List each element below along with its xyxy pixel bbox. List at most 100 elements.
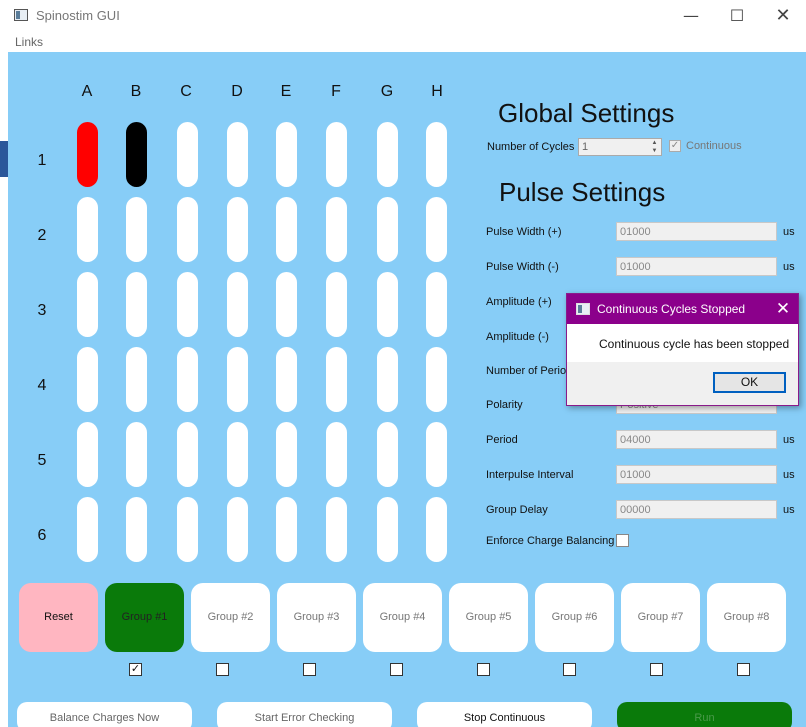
charge-balance-checkbox[interactable] <box>616 534 629 547</box>
group-8-button[interactable]: Group #8 <box>707 583 786 652</box>
continuous-checkbox[interactable]: ✓ <box>669 140 681 152</box>
well-g6[interactable] <box>377 497 398 562</box>
well-d1[interactable] <box>227 122 248 187</box>
well-b4[interactable] <box>126 347 147 412</box>
well-e5[interactable] <box>276 422 297 487</box>
pulse-width-neg-input[interactable]: 01000 <box>616 257 777 276</box>
well-b2[interactable] <box>126 197 147 262</box>
well-g1[interactable] <box>377 122 398 187</box>
well-c4[interactable] <box>177 347 198 412</box>
group-2-checkbox[interactable] <box>216 663 229 676</box>
polarity-label: Polarity <box>486 399 523 411</box>
column-label-c: C <box>180 83 192 100</box>
reset-button[interactable]: Reset <box>19 583 98 652</box>
error-checking-button[interactable]: Start Error Checking <box>217 702 392 727</box>
period-input[interactable]: 04000 <box>616 430 777 449</box>
amplitude-neg-label: Amplitude (-) <box>486 331 549 343</box>
maximize-button[interactable]: ☐ <box>714 2 760 30</box>
group-delay-unit: us <box>783 504 795 516</box>
well-g4[interactable] <box>377 347 398 412</box>
stop-continuous-button[interactable]: Stop Continuous <box>417 702 592 727</box>
group-4-button[interactable]: Group #4 <box>363 583 442 652</box>
dialog-close-icon[interactable]: ✕ <box>772 298 794 320</box>
well-c2[interactable] <box>177 197 198 262</box>
well-d4[interactable] <box>227 347 248 412</box>
spin-down-icon[interactable]: ▼ <box>648 147 661 155</box>
group-7-checkbox[interactable] <box>650 663 663 676</box>
well-h4[interactable] <box>426 347 447 412</box>
well-b3[interactable] <box>126 272 147 337</box>
well-b5[interactable] <box>126 422 147 487</box>
well-d6[interactable] <box>227 497 248 562</box>
well-a3[interactable] <box>77 272 98 337</box>
well-g3[interactable] <box>377 272 398 337</box>
dialog-ok-button[interactable]: OK <box>713 372 786 393</box>
group-1-button[interactable]: Group #1 <box>105 583 184 652</box>
well-a6[interactable] <box>77 497 98 562</box>
well-f4[interactable] <box>326 347 347 412</box>
well-c1[interactable] <box>177 122 198 187</box>
group-3-button[interactable]: Group #3 <box>277 583 356 652</box>
well-h3[interactable] <box>426 272 447 337</box>
well-a1[interactable] <box>77 122 98 187</box>
well-d3[interactable] <box>227 272 248 337</box>
well-f6[interactable] <box>326 497 347 562</box>
well-a4[interactable] <box>77 347 98 412</box>
global-settings-heading: Global Settings <box>498 98 675 128</box>
well-f2[interactable] <box>326 197 347 262</box>
run-button[interactable]: Run <box>617 702 792 727</box>
well-c5[interactable] <box>177 422 198 487</box>
well-c3[interactable] <box>177 272 198 337</box>
menu-links[interactable]: Links <box>15 35 43 49</box>
column-label-a: A <box>81 83 93 100</box>
group-1-checkbox[interactable]: ✓ <box>129 663 142 676</box>
well-f1[interactable] <box>326 122 347 187</box>
group-7-button[interactable]: Group #7 <box>621 583 700 652</box>
well-g2[interactable] <box>377 197 398 262</box>
group-delay-input[interactable]: 00000 <box>616 500 777 519</box>
app-icon <box>14 9 28 21</box>
interpulse-input[interactable]: 01000 <box>616 465 777 484</box>
pulse-width-pos-unit: us <box>783 226 795 238</box>
well-a5[interactable] <box>77 422 98 487</box>
balance-charges-button[interactable]: Balance Charges Now <box>17 702 192 727</box>
well-e4[interactable] <box>276 347 297 412</box>
window-title: Spinostim GUI <box>36 8 120 23</box>
period-label: Period <box>486 434 518 446</box>
group-8-checkbox[interactable] <box>737 663 750 676</box>
group-6-checkbox[interactable] <box>563 663 576 676</box>
group-2-button[interactable]: Group #2 <box>191 583 270 652</box>
well-f3[interactable] <box>326 272 347 337</box>
spin-up-icon[interactable]: ▲ <box>648 139 661 147</box>
well-h5[interactable] <box>426 422 447 487</box>
well-e1[interactable] <box>276 122 297 187</box>
well-e3[interactable] <box>276 272 297 337</box>
well-h1[interactable] <box>426 122 447 187</box>
well-h6[interactable] <box>426 497 447 562</box>
well-d5[interactable] <box>227 422 248 487</box>
pulse-width-pos-input[interactable]: 01000 <box>616 222 777 241</box>
well-e6[interactable] <box>276 497 297 562</box>
dialog-app-icon <box>576 303 590 315</box>
group-6-button[interactable]: Group #6 <box>535 583 614 652</box>
row-label-5: 5 <box>37 452 47 469</box>
group-4-checkbox[interactable] <box>390 663 403 676</box>
well-d2[interactable] <box>227 197 248 262</box>
group-3-checkbox[interactable] <box>303 663 316 676</box>
well-e2[interactable] <box>276 197 297 262</box>
message-dialog: Continuous Cycles Stopped ✕ Continuous c… <box>566 293 799 406</box>
well-c6[interactable] <box>177 497 198 562</box>
well-g5[interactable] <box>377 422 398 487</box>
background-window-accent <box>0 141 8 177</box>
close-button[interactable]: ✕ <box>760 2 806 30</box>
row-label-4: 4 <box>37 377 47 394</box>
well-b1[interactable] <box>126 122 147 187</box>
group-5-button[interactable]: Group #5 <box>449 583 528 652</box>
minimize-button[interactable]: — <box>668 2 714 30</box>
well-h2[interactable] <box>426 197 447 262</box>
group-5-checkbox[interactable] <box>477 663 490 676</box>
title-bar: Spinostim GUI — ☐ ✕ <box>0 0 806 32</box>
well-a2[interactable] <box>77 197 98 262</box>
well-b6[interactable] <box>126 497 147 562</box>
well-f5[interactable] <box>326 422 347 487</box>
